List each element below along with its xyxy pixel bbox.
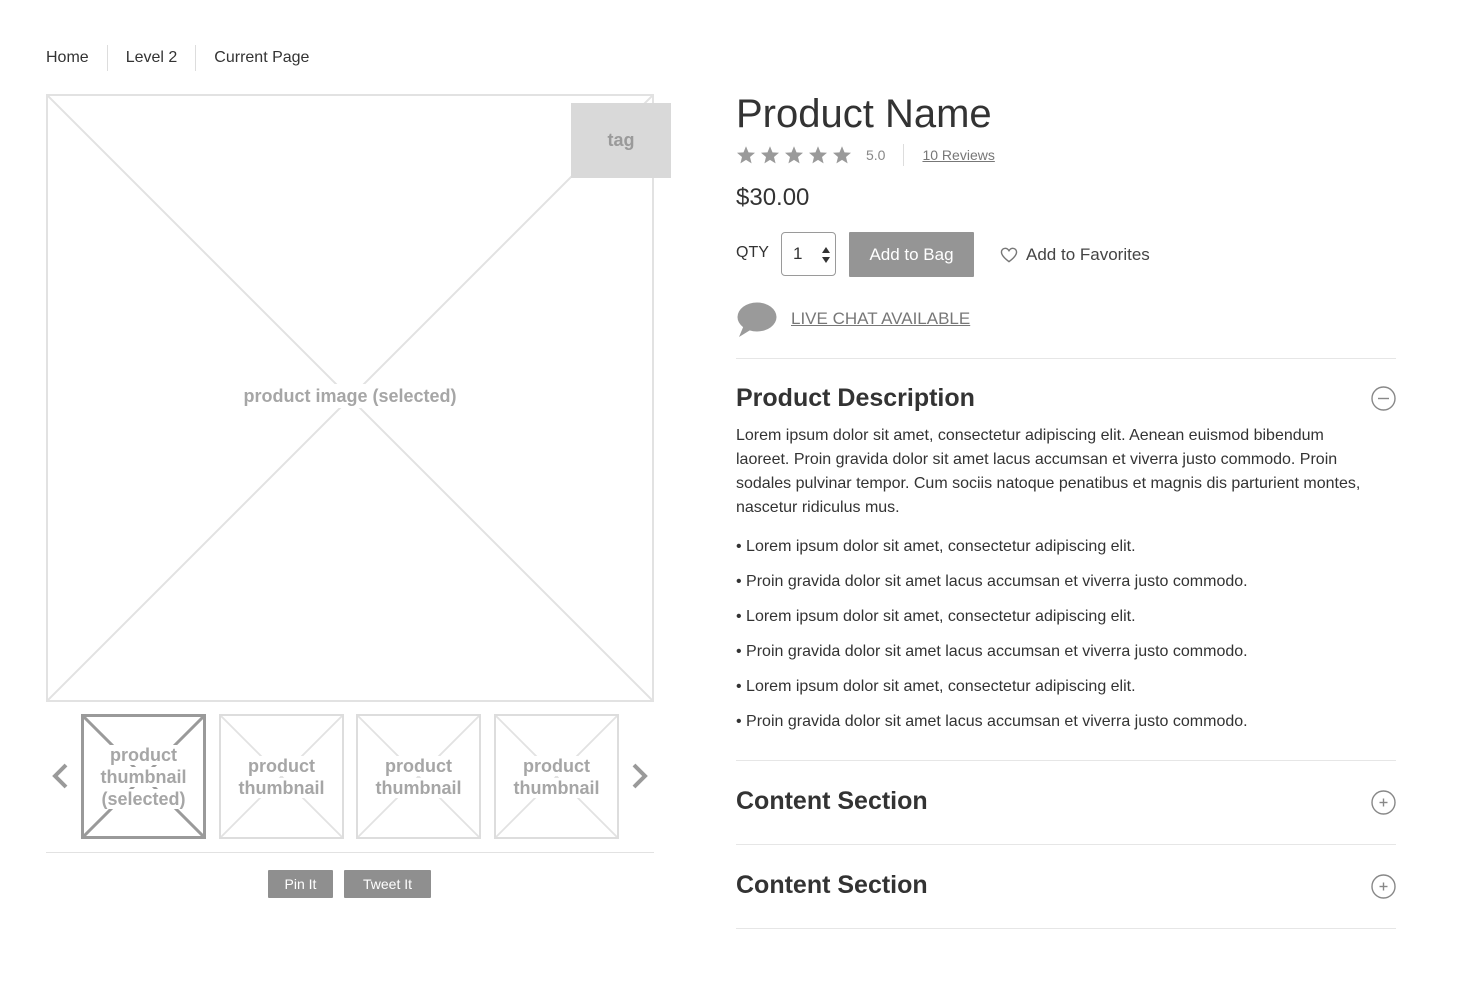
- thumbnail-label: product thumbnail (selected): [100, 744, 187, 809]
- divider: [736, 928, 1396, 929]
- divider: [736, 844, 1396, 845]
- list-item: • Proin gravida dolor sit amet lacus acc…: [736, 713, 1248, 730]
- content-section-1-title[interactable]: Content Section: [736, 787, 928, 816]
- list-item: • Proin gravida dolor sit amet lacus acc…: [736, 573, 1248, 590]
- divider: [736, 358, 1396, 359]
- expand-icon[interactable]: [1371, 874, 1396, 899]
- list-item: • Proin gravida dolor sit amet lacus acc…: [736, 643, 1248, 660]
- breadcrumb-level-2[interactable]: Level 2: [126, 49, 178, 67]
- breadcrumb-divider: [106, 45, 108, 71]
- reviews-link[interactable]: 10 Reviews: [922, 147, 994, 163]
- star-icon: [785, 146, 803, 164]
- star-icon: [809, 146, 827, 164]
- product-description-text: Lorem ipsum dolor sit amet, consectetur …: [736, 427, 1361, 516]
- thumbnail-prev-button[interactable]: [45, 760, 75, 792]
- expand-icon[interactable]: [1371, 790, 1396, 815]
- live-chat-link[interactable]: LIVE CHAT AVAILABLE: [791, 309, 970, 329]
- product-description-bullets: • Lorem ipsum dolor sit amet, consectetu…: [736, 535, 1361, 745]
- breadcrumb-current-page: Current Page: [214, 49, 310, 66]
- live-chat[interactable]: LIVE CHAT AVAILABLE: [736, 300, 970, 338]
- main-image-label: product image (selected): [48, 384, 652, 408]
- content-section-2-title[interactable]: Content Section: [736, 871, 928, 900]
- breadcrumb-divider: [195, 45, 197, 71]
- chevron-right-icon: [632, 763, 648, 789]
- add-to-favorites-button[interactable]: Add to Favorites: [1000, 244, 1150, 266]
- thumbnail-label: product thumbnail: [513, 755, 600, 798]
- qty-label: QTY: [736, 244, 769, 261]
- product-tag: tag: [571, 103, 671, 178]
- product-thumbnail-2[interactable]: product thumbnail: [219, 714, 344, 839]
- thumbnail-label: product thumbnail: [375, 755, 462, 798]
- product-thumbnail-4[interactable]: product thumbnail: [494, 714, 619, 839]
- heart-icon: [1000, 247, 1018, 263]
- product-price: $30.00: [736, 184, 810, 211]
- product-thumbnail-3[interactable]: product thumbnail: [356, 714, 481, 839]
- divider: [736, 760, 1396, 761]
- pin-it-button[interactable]: Pin It: [268, 870, 333, 898]
- list-item: • Lorem ipsum dolor sit amet, consectetu…: [736, 608, 1136, 625]
- thumbnail-next-button[interactable]: [625, 760, 655, 792]
- collapse-icon[interactable]: [1371, 386, 1396, 411]
- spinner-arrows-icon: [822, 247, 830, 263]
- product-description-title[interactable]: Product Description: [736, 384, 975, 413]
- star-icon: [761, 146, 779, 164]
- thumbnail-label: product thumbnail: [238, 755, 325, 798]
- product-thumbnail-1[interactable]: product thumbnail (selected): [81, 714, 206, 839]
- favorites-label: Add to Favorites: [1026, 245, 1150, 264]
- main-product-image[interactable]: product image (selected): [46, 94, 654, 702]
- star-icon: [833, 146, 851, 164]
- list-item: • Lorem ipsum dolor sit amet, consectetu…: [736, 678, 1136, 695]
- quantity-value: 1: [793, 244, 803, 263]
- chevron-left-icon: [52, 763, 68, 789]
- breadcrumb-home[interactable]: Home: [46, 49, 89, 67]
- star-icon: [737, 146, 755, 164]
- breadcrumb: Home Level 2 Current Page: [46, 44, 309, 72]
- quantity-stepper[interactable]: 1: [781, 232, 836, 276]
- gallery-divider: [46, 852, 654, 853]
- list-item: • Lorem ipsum dolor sit amet, consectetu…: [736, 538, 1136, 555]
- rating-value: 5.0: [866, 147, 886, 163]
- tweet-it-button[interactable]: Tweet It: [344, 870, 431, 898]
- chat-bubble-icon: [737, 302, 777, 337]
- rating-divider: [903, 144, 905, 166]
- product-rating: 5.0 10 Reviews: [736, 144, 995, 166]
- product-name: Product Name: [736, 92, 992, 136]
- add-to-bag-button[interactable]: Add to Bag: [849, 232, 974, 277]
